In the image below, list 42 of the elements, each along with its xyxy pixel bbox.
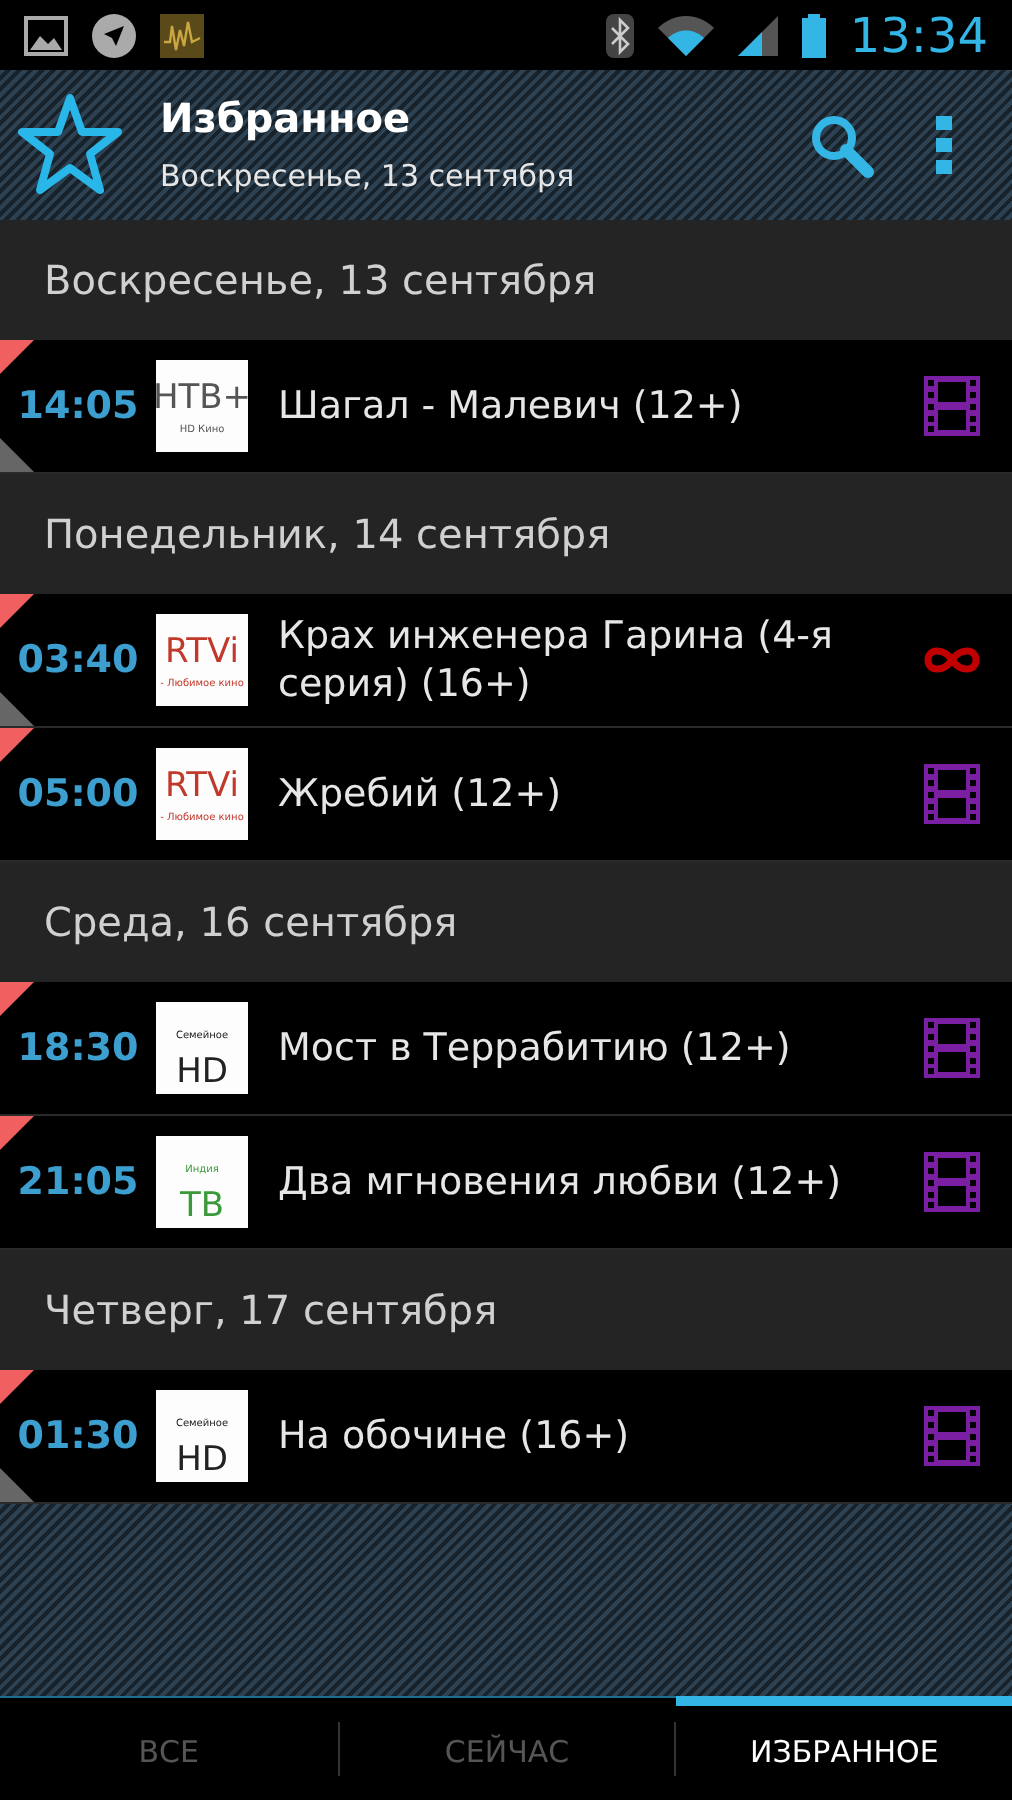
program-time: 14:05	[15, 381, 141, 432]
infinity-icon	[922, 644, 982, 676]
search-icon[interactable]	[808, 111, 876, 179]
program-title: На обочине (16+)	[278, 1412, 632, 1460]
star-icon[interactable]	[16, 91, 124, 199]
program-time: 18:30	[15, 1023, 141, 1074]
program-time: 05:00	[15, 769, 141, 820]
signal-icon	[737, 15, 778, 55]
logo-text: НТВ+	[152, 378, 252, 418]
logo-text: HD	[176, 1052, 228, 1092]
bluetooth-icon	[605, 13, 634, 57]
picture-icon	[24, 15, 68, 55]
film-icon	[924, 376, 980, 436]
screen-title: Избранное	[160, 92, 413, 147]
program-time: 01:30	[15, 1411, 141, 1462]
program-time: 03:40	[15, 635, 141, 686]
film-icon	[924, 1406, 980, 1466]
program-title: Шагал - Малевич (12+)	[278, 382, 745, 430]
logo-text: HD	[176, 1440, 228, 1480]
film-icon	[924, 1152, 980, 1212]
film-icon	[924, 764, 980, 824]
date-header: Воскресенье, 13 сентября	[44, 254, 597, 308]
program-time: 21:05	[15, 1157, 141, 1208]
film-icon	[924, 1018, 980, 1078]
battery-icon	[801, 13, 826, 57]
date-header: Среда, 16 сентября	[44, 896, 458, 950]
date-header: Понедельник, 14 сентября	[44, 508, 611, 562]
logo-text: RTVi	[165, 632, 239, 672]
program-title: Жребий (12+)	[278, 770, 564, 818]
screen-subtitle: Воскресенье, 13 сентября	[160, 156, 577, 199]
date-header: Четверг, 17 сентября	[44, 1284, 498, 1338]
overflow-menu-icon[interactable]	[936, 115, 952, 175]
tab[interactable]: ИЗБРАННОЕ	[676, 1696, 1012, 1800]
program-title: Крах инженера Гарина (4-я серия) (16+)	[278, 612, 835, 708]
program-title: Два мгновения любви (12+)	[278, 1158, 844, 1206]
logo-text: RTVi	[165, 766, 239, 806]
clock: 13:34	[849, 5, 988, 67]
wifi-icon	[657, 15, 714, 55]
logo-text: ТВ	[179, 1186, 225, 1226]
navigation-icon	[92, 13, 136, 57]
program-title: Мост в Террабитию (12+)	[278, 1024, 793, 1072]
chart-icon	[160, 13, 204, 57]
